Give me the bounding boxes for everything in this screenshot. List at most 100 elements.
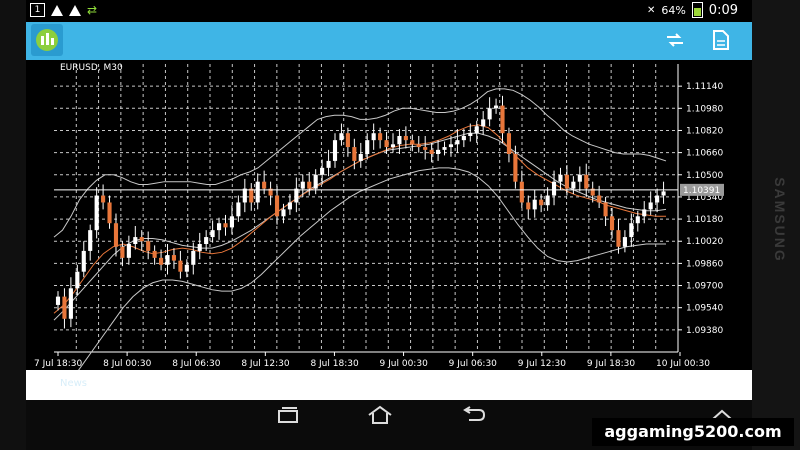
price-tick-label: 1.10500 <box>686 171 723 181</box>
current-price-label: 1.10391 <box>683 186 720 196</box>
price-chart[interactable]: 1.11140 1.10980 1.10820 1.10660 1.10500 1.103… <box>26 60 752 370</box>
candle-body <box>146 241 151 251</box>
price-tick-label: 1.09540 <box>686 304 723 314</box>
device-bezel-left <box>0 0 26 450</box>
device-bezel-right: SAMSUNG <box>752 0 800 450</box>
candle-body <box>320 167 325 175</box>
candle-body <box>94 195 99 231</box>
candle-body <box>75 271 80 289</box>
back-icon[interactable] <box>458 404 490 426</box>
chart-symbol: EURUSD, M30 <box>60 63 123 73</box>
price-tick-label: 1.10660 <box>686 149 723 159</box>
candle-body <box>332 140 338 161</box>
price-tick-label: 1.10980 <box>686 104 723 114</box>
candle-body <box>88 230 93 251</box>
candle-body <box>352 147 357 161</box>
candle-body <box>629 223 634 238</box>
candle-body <box>365 140 370 154</box>
candle-body <box>107 202 112 224</box>
candle-body <box>378 133 383 141</box>
candle-body <box>62 296 67 319</box>
time-tick-label: 9 Jul 18:30 <box>587 359 636 369</box>
candle-body <box>500 105 505 134</box>
candle-body <box>326 160 331 168</box>
candle-body <box>551 181 557 196</box>
price-tick-label: 1.10020 <box>686 237 723 247</box>
candle-body <box>423 147 428 150</box>
recent-apps-icon[interactable] <box>272 404 304 426</box>
watermark: aggaming5200.com <box>592 418 794 446</box>
news-tab[interactable]: News <box>60 378 87 389</box>
candle-body <box>622 237 627 247</box>
metatrader-logo-icon[interactable] <box>31 24 63 56</box>
candle-body <box>384 140 389 148</box>
candle-body <box>577 174 582 182</box>
candle-body <box>262 181 267 189</box>
price-tick-label: 1.10820 <box>686 126 723 136</box>
candle-body <box>120 246 125 258</box>
candle-body <box>236 202 241 217</box>
trade-switch-icon[interactable] <box>664 29 686 55</box>
battery-icon <box>691 2 703 18</box>
status-bar: 1 ⇄ ✕ 64% 0:09 <box>26 0 752 22</box>
clock: 0:09 <box>708 2 738 18</box>
candle-body <box>55 296 61 305</box>
candle-body <box>178 260 183 272</box>
candle-body <box>513 154 518 182</box>
candle-body <box>249 188 254 203</box>
time-tick-label: 8 Jul 00:30 <box>103 359 152 369</box>
time-tick-label: 7 Jul 18:30 <box>34 359 83 369</box>
candle-body <box>429 149 434 154</box>
time-tick-label: 9 Jul 12:30 <box>518 359 567 369</box>
candle-body <box>597 195 602 203</box>
candle-body <box>81 250 86 272</box>
candle-body <box>216 223 222 231</box>
warning-icon <box>69 4 81 16</box>
box-icon: 1 <box>30 3 45 17</box>
time-tick-label: 9 Jul 00:30 <box>380 359 429 369</box>
candle-body <box>571 181 576 189</box>
device-brand: SAMSUNG <box>772 177 788 263</box>
candle-body <box>139 237 144 242</box>
candle-body <box>455 140 460 145</box>
candle-body <box>294 188 299 203</box>
candle-body <box>159 257 164 265</box>
candle-body <box>300 181 305 189</box>
price-tick-label: 1.11140 <box>686 82 723 92</box>
battery-percent: 64% <box>661 3 686 17</box>
candle-body <box>68 288 73 319</box>
candle-body <box>371 133 376 141</box>
candle-body <box>210 230 215 238</box>
price-tick-label: 1.10180 <box>686 215 723 225</box>
candle-body <box>487 108 492 120</box>
candle-body <box>564 174 569 189</box>
candle-body <box>345 133 350 148</box>
candle-body <box>481 119 486 127</box>
candle-body <box>603 202 608 217</box>
home-icon[interactable] <box>364 404 396 426</box>
bottom-strip: News <box>26 370 752 400</box>
price-tick-label: 1.09700 <box>686 282 723 292</box>
candle-body <box>397 136 402 145</box>
candle-body <box>223 223 228 228</box>
candle-body <box>616 230 621 247</box>
candle-body <box>468 133 473 136</box>
candle-body <box>519 181 524 203</box>
candle-body <box>171 255 177 261</box>
candle-body <box>461 136 466 141</box>
candle-body <box>558 174 563 182</box>
candle-body <box>403 136 408 141</box>
candle-body <box>442 147 447 150</box>
signal-icon: ✕ <box>646 4 656 16</box>
candle-body <box>436 149 441 154</box>
document-icon[interactable] <box>712 29 730 55</box>
candle-body <box>655 195 660 203</box>
candle-body <box>648 202 653 210</box>
candle-body <box>358 154 363 161</box>
usb-icon: ⇄ <box>87 3 98 17</box>
candle-body <box>506 133 512 154</box>
candle-body <box>242 188 247 203</box>
candle-body <box>152 250 157 258</box>
candle-body <box>281 209 286 217</box>
candle-body <box>165 255 170 265</box>
